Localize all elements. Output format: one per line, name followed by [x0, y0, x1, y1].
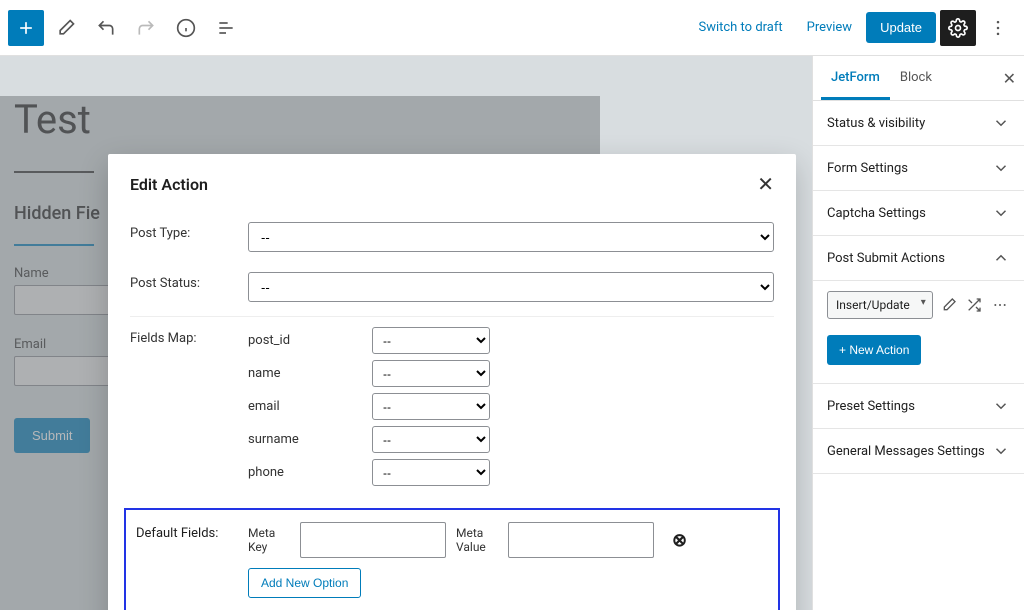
panel-post-submit-body: Insert/Update + New Action [813, 281, 1024, 384]
fieldmap-name: email [248, 399, 372, 414]
toolbar-right: Switch to draft Preview Update [688, 10, 1016, 46]
sidebar-close-icon[interactable]: ✕ [1003, 69, 1016, 88]
panel-label: Form Settings [827, 161, 908, 176]
post-status-label: Post Status: [130, 272, 248, 291]
post-status-select[interactable]: -- [248, 272, 774, 302]
remove-option-icon[interactable]: ⊗ [672, 530, 687, 551]
settings-button[interactable] [940, 10, 976, 46]
chevron-down-icon [992, 159, 1010, 177]
meta-value-label: Meta Value [456, 526, 498, 555]
close-icon[interactable]: ✕ [757, 172, 774, 196]
row-default-fields: Default Fields: Meta Key Meta Value ⊗ Ad… [136, 522, 768, 598]
more-options-button[interactable] [980, 10, 1016, 46]
chevron-down-icon [992, 204, 1010, 222]
tab-block[interactable]: Block [890, 56, 942, 100]
chevron-down-icon [992, 442, 1010, 460]
panel-captcha[interactable]: Captcha Settings [813, 191, 1024, 236]
toolbar-left [8, 10, 244, 46]
new-action-button[interactable]: + New Action [827, 335, 921, 365]
panel-status[interactable]: Status & visibility [813, 101, 1024, 146]
panel-label: Post Submit Actions [827, 251, 945, 266]
more-icon[interactable] [990, 292, 1010, 318]
outline-button[interactable] [208, 10, 244, 46]
fieldmap-row: post_id -- [248, 327, 774, 354]
fields-map-label: Fields Map: [130, 327, 248, 346]
fieldmap-row: phone -- [248, 459, 774, 486]
preview-link[interactable]: Preview [797, 14, 862, 41]
action-type-select[interactable]: Insert/Update [827, 291, 933, 319]
main-area: Test Hidden Fie Name Email Submit [0, 56, 1024, 610]
post-type-select[interactable]: -- [248, 222, 774, 252]
panel-general-messages[interactable]: General Messages Settings [813, 429, 1024, 474]
panel-label: Status & visibility [827, 116, 925, 131]
meta-pair: Meta Key Meta Value ⊗ [248, 522, 687, 558]
default-fields-label: Default Fields: [136, 522, 248, 541]
edit-action-modal: Edit Action ✕ Post Type: -- Post Status:… [108, 154, 796, 610]
fieldmap-name: name [248, 366, 372, 381]
panel-label: General Messages Settings [827, 444, 985, 459]
edit-action-icon[interactable] [939, 292, 959, 318]
panel-label: Preset Settings [827, 399, 915, 414]
fieldmap-row: surname -- [248, 426, 774, 453]
fieldmap-select-phone[interactable]: -- [372, 459, 490, 486]
default-fields-highlight: Default Fields: Meta Key Meta Value ⊗ Ad… [124, 508, 780, 610]
modal-header: Edit Action ✕ [108, 154, 796, 206]
chevron-down-icon [992, 114, 1010, 132]
fieldmap-row: email -- [248, 393, 774, 420]
meta-key-label: Meta Key [248, 526, 290, 555]
switch-to-draft-link[interactable]: Switch to draft [688, 14, 792, 41]
update-button[interactable]: Update [866, 12, 936, 43]
row-post-status: Post Status: -- [130, 262, 774, 317]
fieldmap-name: surname [248, 432, 372, 447]
panel-preset[interactable]: Preset Settings [813, 384, 1024, 429]
modal-title: Edit Action [130, 175, 208, 194]
row-fields-map: Fields Map: post_id -- name -- email -- [130, 317, 774, 502]
add-new-option-button[interactable]: Add New Option [248, 568, 361, 598]
add-block-button[interactable] [8, 10, 44, 46]
panel-form-settings[interactable]: Form Settings [813, 146, 1024, 191]
post-type-label: Post Type: [130, 222, 248, 241]
editor-column: Test Hidden Fie Name Email Submit [0, 56, 812, 610]
fieldmap-name: post_id [248, 333, 372, 348]
fields-map-list: post_id -- name -- email -- surname [248, 327, 774, 492]
undo-button[interactable] [88, 10, 124, 46]
fieldmap-name: phone [248, 465, 372, 480]
edit-icon[interactable] [48, 10, 84, 46]
fieldmap-select-email[interactable]: -- [372, 393, 490, 420]
info-button[interactable] [168, 10, 204, 46]
action-type-label: Insert/Update [836, 298, 910, 312]
fieldmap-select-surname[interactable]: -- [372, 426, 490, 453]
redo-button[interactable] [128, 10, 164, 46]
shuffle-icon[interactable] [965, 292, 985, 318]
fieldmap-select-name[interactable]: -- [372, 360, 490, 387]
panel-label: Captcha Settings [827, 206, 926, 221]
editor-toolbar: Switch to draft Preview Update [0, 0, 1024, 56]
modal-body: Post Type: -- Post Status: -- Fields Map… [108, 206, 796, 610]
meta-value-input[interactable] [508, 522, 654, 558]
fieldmap-select-post-id[interactable]: -- [372, 327, 490, 354]
row-post-type: Post Type: -- [130, 212, 774, 262]
default-fields-controls: Meta Key Meta Value ⊗ Add New Option [248, 522, 687, 598]
meta-key-input[interactable] [300, 522, 446, 558]
sidebar-tabs: JetForm Block ✕ [813, 56, 1024, 101]
chevron-down-icon [992, 397, 1010, 415]
chevron-up-icon [992, 249, 1010, 267]
fieldmap-row: name -- [248, 360, 774, 387]
settings-sidebar: JetForm Block ✕ Status & visibility Form… [812, 56, 1024, 610]
action-chip: Insert/Update [827, 291, 1010, 319]
tab-jetform[interactable]: JetForm [821, 56, 890, 100]
panel-post-submit[interactable]: Post Submit Actions [813, 236, 1024, 281]
